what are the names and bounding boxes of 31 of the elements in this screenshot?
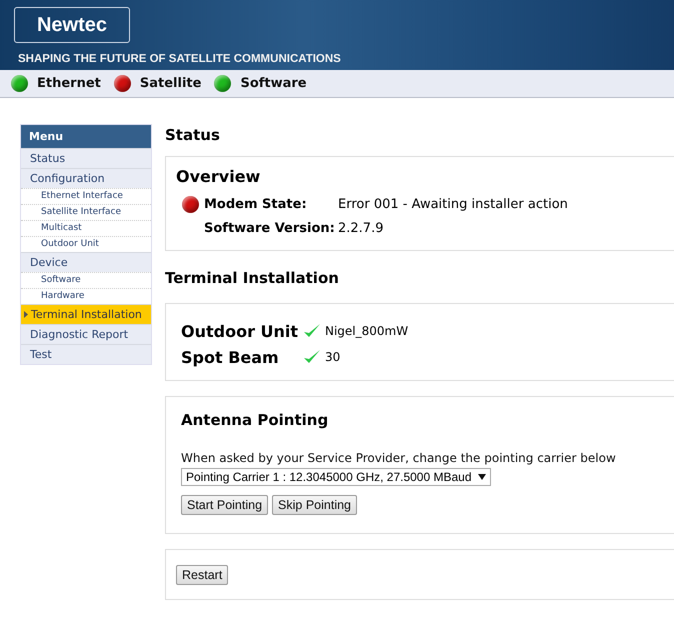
menu-item[interactable]: Terminal Installation xyxy=(21,304,151,324)
section-heading: Terminal Installation xyxy=(165,269,340,287)
check-value: Nigel_800mW xyxy=(325,324,408,338)
status-label: Software xyxy=(240,76,307,91)
field-value: Error 001 - Awaiting installer action xyxy=(338,196,568,212)
section-title: Antenna Pointing xyxy=(181,411,330,429)
restart-button[interactable]: Restart xyxy=(176,565,228,585)
check-label: Spot Beam xyxy=(181,348,280,366)
field-label: Modem State: xyxy=(204,196,308,212)
menu-item[interactable]: Status xyxy=(21,148,151,168)
page-title: Status xyxy=(165,126,221,144)
menu-item[interactable]: Device xyxy=(21,252,151,272)
status-label: Satellite xyxy=(140,76,202,91)
status-label: Ethernet xyxy=(37,76,101,91)
check-label: Outdoor Unit xyxy=(181,322,300,340)
section-title: Overview xyxy=(176,167,262,186)
field-value: 2.2.7.9 xyxy=(338,220,384,236)
caret-icon xyxy=(478,474,486,480)
tagline: SHAPING THE FUTURE OF SATELLITE COMMUNICATIONS xyxy=(18,53,341,65)
pointing-button[interactable]: Start Pointing xyxy=(181,495,268,515)
field-label: Software Version: xyxy=(204,220,336,236)
menu-item[interactable]: Test xyxy=(21,344,151,364)
menu-title: Menu xyxy=(21,125,151,148)
menu-item[interactable]: Diagnostic Report xyxy=(21,324,151,344)
check-value: 30 xyxy=(325,350,340,364)
carrier-dropdown[interactable]: Pointing Carrier 1 : 12.3045000 GHz, 27.5000 MBaud xyxy=(181,468,491,486)
instruction-text: When asked by your Service Provider, change the pointing carrier below xyxy=(181,451,617,465)
logo: Newtec xyxy=(14,7,130,43)
pointing-button[interactable]: Skip Pointing xyxy=(272,495,358,515)
caret-icon xyxy=(24,311,28,318)
menu-item[interactable]: Configuration xyxy=(21,168,151,188)
